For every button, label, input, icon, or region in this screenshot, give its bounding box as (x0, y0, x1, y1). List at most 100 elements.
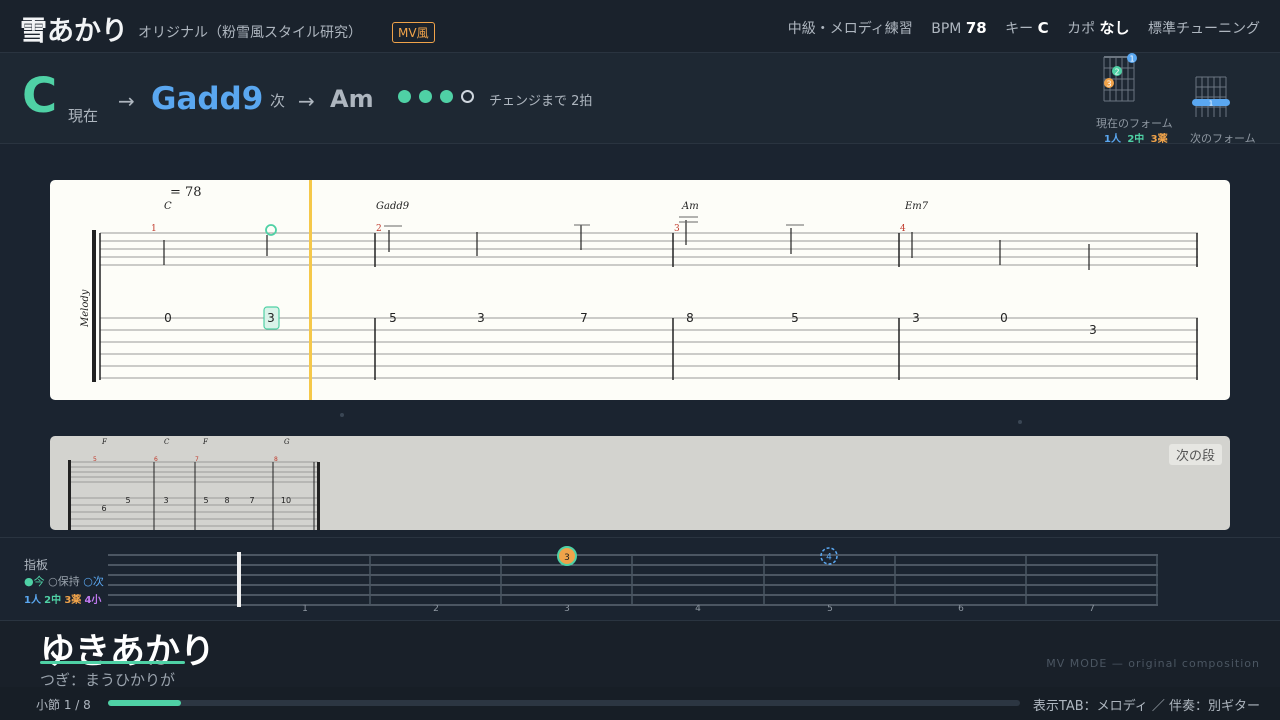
mv-mode-label: MV MODE — original composition (1046, 657, 1260, 670)
tab-score: = 78 C Gadd9 Am Em7 1 2 3 4 Melody 0 3 5… (50, 180, 1230, 400)
chord-label: C (164, 201, 172, 212)
next-system-button[interactable]: 次の段 (1168, 444, 1222, 465)
key-value: C (1037, 19, 1049, 37)
level-label: 中級・メロディ練習 (787, 21, 913, 37)
preview-chord-label: C (164, 438, 170, 446)
tab-number: 5 (389, 311, 397, 325)
measure-number: 8 (274, 456, 278, 463)
fretboard-svg: 1 2 3 4 5 6 7 3 4 (108, 546, 1158, 614)
measure-number: 6 (154, 456, 158, 463)
tab-number: 0 (164, 311, 172, 325)
lyrics-panel: ゆきあかり つぎ：まうひかりが MV MODE — original compo… (0, 620, 1280, 689)
footer-bar: 小節 1 / 8 表示TAB：メロディ ／ 伴奏：別ギター (0, 687, 1280, 720)
preview-chord-label: F (202, 438, 209, 446)
beat-dot-filled (419, 90, 432, 103)
tab-number: 3 (163, 496, 168, 505)
finger-number: 4 (826, 553, 832, 563)
bpm-label: BPM (931, 21, 962, 37)
arrow-icon: → (118, 89, 135, 113)
current-chord: C (22, 68, 58, 124)
fret-number: 1 (302, 604, 308, 614)
playhead (309, 180, 312, 400)
next-form-label: 次のフォーム (1190, 132, 1256, 145)
tab-number: 3 (477, 311, 485, 325)
chord-diagram-icon: 1 (1192, 76, 1230, 117)
tab-number: 3 (267, 311, 275, 325)
song-progress-fill (108, 700, 181, 706)
measure-number: 1 (151, 224, 157, 234)
capo-value: なし (1099, 19, 1130, 37)
current-form-label: 現在のフォーム (1096, 117, 1173, 130)
finger-number: 1 (1209, 100, 1213, 108)
finger-number: 3 (1106, 80, 1111, 89)
track-label: Melody (80, 289, 91, 328)
beat-dot-empty (461, 90, 474, 103)
change-countdown: チェンジまで 2拍 (489, 94, 593, 109)
chord-diagram-icon: 1 2 3 (1103, 53, 1137, 102)
top-bar: 雪あかり オリジナル（粉雪風スタイル研究） MV風 中級・メロディ練習 BPM … (0, 0, 1280, 53)
display-info: 表示TAB：メロディ ／ 伴奏：別ギター (1032, 699, 1260, 714)
snow-dot (1018, 420, 1022, 424)
fret-number: 2 (433, 604, 439, 614)
tuning-label: 標準チューニング (1148, 21, 1260, 37)
tab-number: 3 (912, 311, 920, 325)
capo-label: カポ (1067, 21, 1096, 37)
measure-counter: 小節 1 / 8 (36, 698, 91, 712)
fret-number: 4 (695, 604, 701, 614)
finger-legend: 1人 2中 3薬 (1104, 134, 1168, 145)
fret-number: 5 (827, 604, 833, 614)
current-form-diagram: 1 2 3 現在のフォーム 1人 2中 3薬 (1096, 53, 1173, 145)
lyric-progress-underline (40, 661, 185, 664)
tab-number: 5 (203, 496, 208, 505)
bpm-value: 78 (965, 19, 987, 37)
arrow-icon: → (298, 89, 315, 113)
next-chord-label: 次 (270, 92, 286, 110)
current-lyric: ゆきあかり (40, 632, 216, 672)
tab-number: 7 (249, 496, 254, 505)
chord-bar: C 現在 → Gadd9 次 → Am チェンジまで 2拍 1 2 3 現在のフ… (0, 53, 1280, 145)
after-chord: Am (330, 85, 374, 113)
tab-number: 8 (686, 311, 694, 325)
tab-number: 3 (1089, 323, 1097, 337)
tab-number: 6 (101, 504, 106, 513)
mv-badge: MV風 (392, 22, 435, 43)
tempo-mark: = 78 (170, 185, 202, 200)
tab-number: 0 (1000, 311, 1008, 325)
next-chord: Gadd9 (151, 81, 264, 117)
song-progress-bar[interactable] (108, 700, 1020, 706)
measure-number: 3 (674, 224, 680, 234)
chord-label: Am (681, 201, 699, 212)
finger-legend: 1人 2中 3薬 4小 (24, 595, 102, 606)
measure-number: 7 (195, 456, 199, 463)
tab-number: 7 (580, 311, 588, 325)
preview-chord-label: F (101, 438, 108, 446)
snow-dot (340, 413, 344, 417)
beat-dot-filled (398, 90, 411, 103)
nut (237, 552, 241, 607)
finger-number: 3 (564, 553, 570, 563)
current-chord-label: 現在 (68, 107, 99, 125)
next-form-diagram: 1 次のフォーム (1188, 53, 1258, 145)
measure-number: 2 (376, 224, 382, 234)
song-subtitle: オリジナル（粉雪風スタイル研究） (138, 25, 362, 41)
fretboard-panel: 指板 ●今 ○保持 ○次 1人 2中 3薬 4小 1 2 3 4 5 6 7 3 (0, 537, 1280, 620)
measure-number: 5 (93, 456, 97, 463)
preview-chord-label: G (284, 438, 290, 446)
finger-number: 1 (1129, 55, 1134, 64)
finger-number: 2 (1114, 68, 1119, 77)
chord-label: Em7 (904, 201, 929, 212)
song-info: 中級・メロディ練習 BPM 78 キー C カポ なし 標準チューニング (788, 17, 1260, 38)
song-title: 雪あかり (20, 16, 128, 47)
tab-number: 5 (791, 311, 799, 325)
tab-number: 5 (125, 496, 130, 505)
next-system-preview: F C F G 5 6 7 8 6 5 3 5 8 7 10 次の段 (50, 436, 1230, 530)
fret-number: 3 (564, 604, 570, 614)
beat-dot-filled (440, 90, 453, 103)
fret-number: 7 (1089, 604, 1095, 614)
measure-number: 4 (900, 224, 906, 234)
tab-number: 10 (281, 496, 291, 505)
marker-legend: ●今 ○保持 ○次 (24, 575, 104, 588)
tab-number: 8 (224, 496, 229, 505)
beat-indicator (398, 90, 474, 103)
key-label: キー (1005, 21, 1034, 37)
